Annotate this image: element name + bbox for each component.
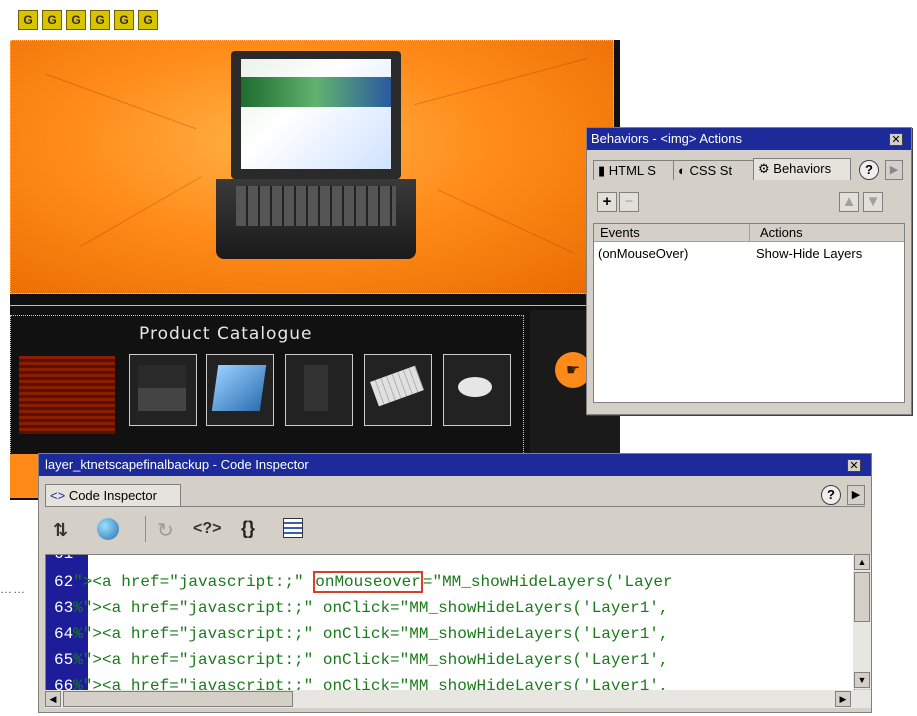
braces-icon[interactable]: {}: [241, 518, 255, 539]
event-cell[interactable]: (onMouseOver): [598, 245, 688, 263]
layer-marker-icon[interactable]: G: [114, 10, 134, 30]
thumb-mouse[interactable]: [443, 354, 511, 426]
tab-html-styles[interactable]: ▮ HTML S: [593, 160, 675, 180]
behaviors-gear-icon: ⚙: [758, 161, 774, 176]
code-line[interactable]: 66%"><a href="javascript:;" onClick="MM_…: [54, 677, 669, 691]
refresh-icon[interactable]: ↻: [157, 518, 174, 543]
red-texture-block: [19, 356, 115, 434]
html-styles-icon: ▮: [598, 163, 609, 178]
scroll-up-icon[interactable]: ▲: [854, 554, 870, 570]
laptop-image[interactable]: [216, 51, 416, 259]
help-icon[interactable]: ?: [859, 160, 879, 180]
code-editor[interactable]: 61 62"><a href="javascript:;" onMouseove…: [45, 554, 855, 691]
thumb-laptop[interactable]: [129, 354, 197, 426]
code-inspector-titlebar[interactable]: layer_ktnetscapefinalbackup - Code Inspe…: [39, 454, 871, 476]
code-line[interactable]: 64%"><a href="javascript:;" onClick="MM_…: [54, 625, 669, 643]
code-inspector-title: layer_ktnetscapefinalbackup - Code Inspe…: [45, 457, 309, 472]
tab-css-styles[interactable]: ◐ CSS St: [673, 160, 755, 180]
close-icon[interactable]: ✕: [889, 133, 903, 146]
scroll-left-icon[interactable]: ◀: [45, 691, 61, 707]
events-column-header[interactable]: Events: [594, 224, 750, 242]
panel-menu-arrow-icon[interactable]: ▶: [847, 485, 865, 505]
help-icon[interactable]: ?: [821, 485, 841, 505]
layer-marker-icon[interactable]: G: [90, 10, 110, 30]
line-number: 62: [54, 573, 74, 591]
move-up-icon[interactable]: ▲: [839, 192, 859, 212]
scroll-down-icon[interactable]: ▼: [854, 672, 870, 688]
behaviors-list: Events Actions (onMouseOver) Show-Hide L…: [593, 223, 905, 403]
line-number: 65: [54, 651, 74, 669]
action-cell[interactable]: Show-Hide Layers: [756, 245, 862, 263]
vertical-scrollbar[interactable]: ▲ ▼: [853, 554, 871, 689]
move-down-icon[interactable]: ▼: [863, 192, 883, 212]
browser-preview-icon[interactable]: [97, 518, 119, 540]
code-brackets-icon: <>: [50, 488, 66, 503]
layer-marker-icon[interactable]: G: [18, 10, 38, 30]
vertical-scroll-thumb[interactable]: [854, 572, 870, 622]
tab-behaviors[interactable]: ⚙ Behaviors: [753, 158, 851, 180]
remove-behavior-button[interactable]: −: [619, 192, 639, 212]
thumb-monitor[interactable]: [206, 354, 274, 426]
thumb-tower[interactable]: [285, 354, 353, 426]
divider-line: [10, 305, 620, 306]
line-number: 63: [54, 599, 74, 617]
code-line[interactable]: 62"><a href="javascript:;" onMouseover ="…: [54, 571, 673, 593]
css-styles-icon: ◐: [678, 163, 690, 178]
catalog-heading: Product Catalogue: [139, 324, 313, 344]
tab-code-inspector[interactable]: <> Code Inspector: [45, 484, 181, 506]
code-line[interactable]: 63%"><a href="javascript:;" onClick="MM_…: [54, 599, 669, 617]
horizontal-scroll-thumb[interactable]: [63, 691, 293, 707]
view-options-icon[interactable]: [283, 518, 303, 538]
behaviors-panel: Behaviors - <img> Actions ✕ ▮ HTML S ◐ C…: [586, 127, 912, 415]
product-catalogue-bar: Product Catalogue: [10, 315, 524, 467]
actions-column-header[interactable]: Actions: [750, 224, 904, 242]
code-line[interactable]: 65%"><a href="javascript:;" onClick="MM_…: [54, 651, 669, 669]
hero-banner[interactable]: [10, 40, 614, 294]
panel-menu-arrow-icon[interactable]: ▶: [885, 160, 903, 180]
file-management-icon[interactable]: ⇅: [53, 520, 68, 541]
add-behavior-button[interactable]: +: [597, 192, 617, 212]
code-reference-icon[interactable]: <?>: [193, 520, 221, 538]
layer-markers: G G G G G G: [18, 10, 158, 30]
thumb-keyboard[interactable]: [364, 354, 432, 426]
scroll-right-icon[interactable]: ▶: [835, 691, 851, 707]
code-inspector-window: layer_ktnetscapefinalbackup - Code Inspe…: [38, 453, 872, 713]
dotted-connector: ……: [0, 582, 26, 596]
layer-marker-icon[interactable]: G: [42, 10, 62, 30]
line-number: 64: [54, 625, 74, 643]
line-number: 66: [54, 677, 74, 691]
design-canvas: Product Catalogue ☛: [10, 40, 620, 500]
layer-marker-icon[interactable]: G: [66, 10, 86, 30]
highlighted-event[interactable]: onMouseover: [313, 571, 423, 593]
horizontal-scrollbar[interactable]: ◀ ▶: [45, 690, 871, 708]
line-number: 61: [54, 554, 74, 563]
behaviors-title: Behaviors - <img> Actions: [591, 131, 743, 146]
layer-marker-icon[interactable]: G: [138, 10, 158, 30]
close-icon[interactable]: ✕: [847, 459, 861, 472]
behaviors-titlebar[interactable]: Behaviors - <img> Actions: [587, 128, 911, 150]
